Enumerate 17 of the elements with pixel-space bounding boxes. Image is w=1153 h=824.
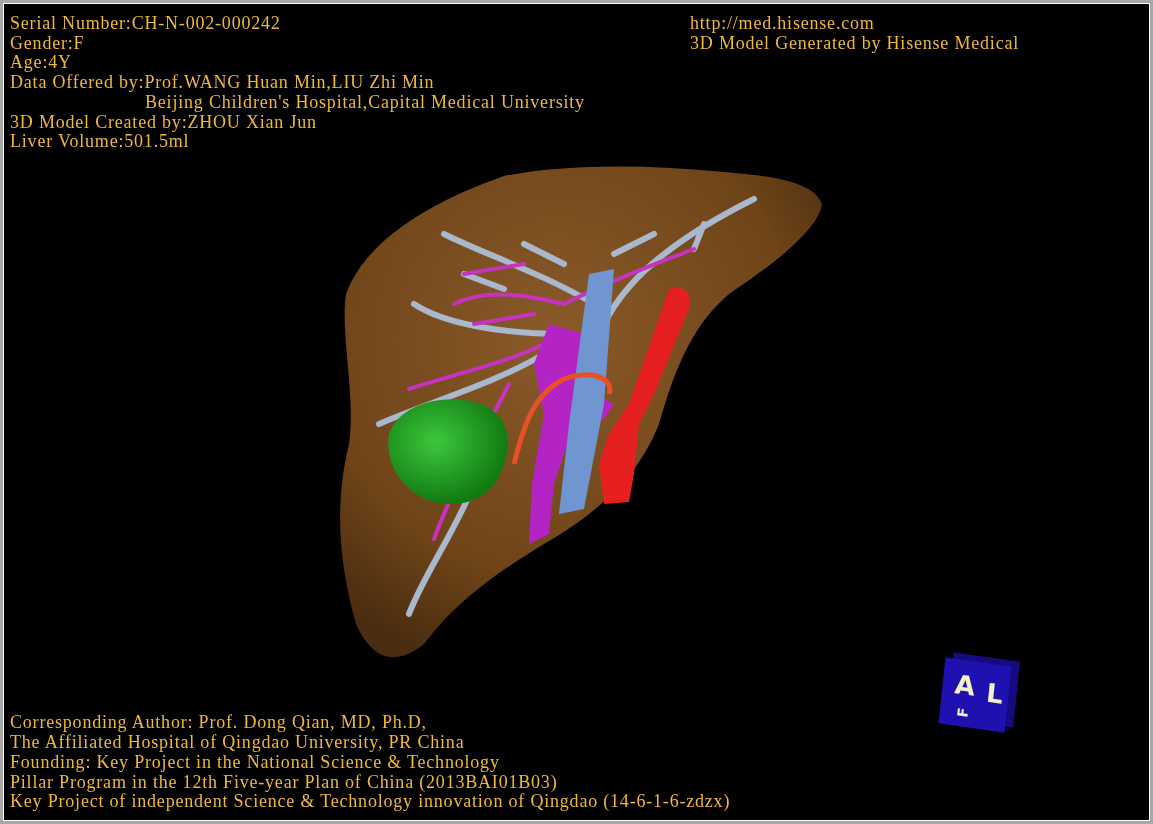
cube-face-label: A (953, 669, 977, 702)
info-text: http://med.hisense.com (690, 14, 876, 34)
info-text: Serial Number:CH-N-002-000242 (10, 14, 282, 34)
credit-text: The Affiliated Hospital of Qingdao University, PR China (10, 733, 466, 753)
info-text: Liver Volume:501.5ml (10, 132, 190, 152)
cube-face-label: L (984, 677, 1005, 710)
credit-text: Corresponding Author: Prof. Dong Qian, MD, Ph.D, (10, 713, 428, 734)
info-text: Age:4Y (10, 53, 73, 74)
credit-text: Key Project of independent Science & Technology innovation of Qingdao (14-6-1-6-zdzx) (10, 792, 732, 812)
info-text: Gender:F (10, 33, 86, 54)
credit-text: Founding: Key Project in the National Science & Technology (10, 752, 501, 773)
info-text: 3D Model Created by:ZHOU Xian Jun (10, 112, 317, 133)
info-text: 3D Model Generated by Hisense Medical (690, 33, 1019, 54)
cube-face-label: F (954, 706, 972, 719)
credit-text: Pillar Program in the 12th Five-year Plan of China (2013BAI01B03) (10, 772, 559, 793)
info-text: Beijing Children's Hospital,Capital Medical University (145, 92, 585, 113)
info-text: Data Offered by:Prof.WANG Huan Min,LIU Zhi Min (10, 73, 436, 93)
